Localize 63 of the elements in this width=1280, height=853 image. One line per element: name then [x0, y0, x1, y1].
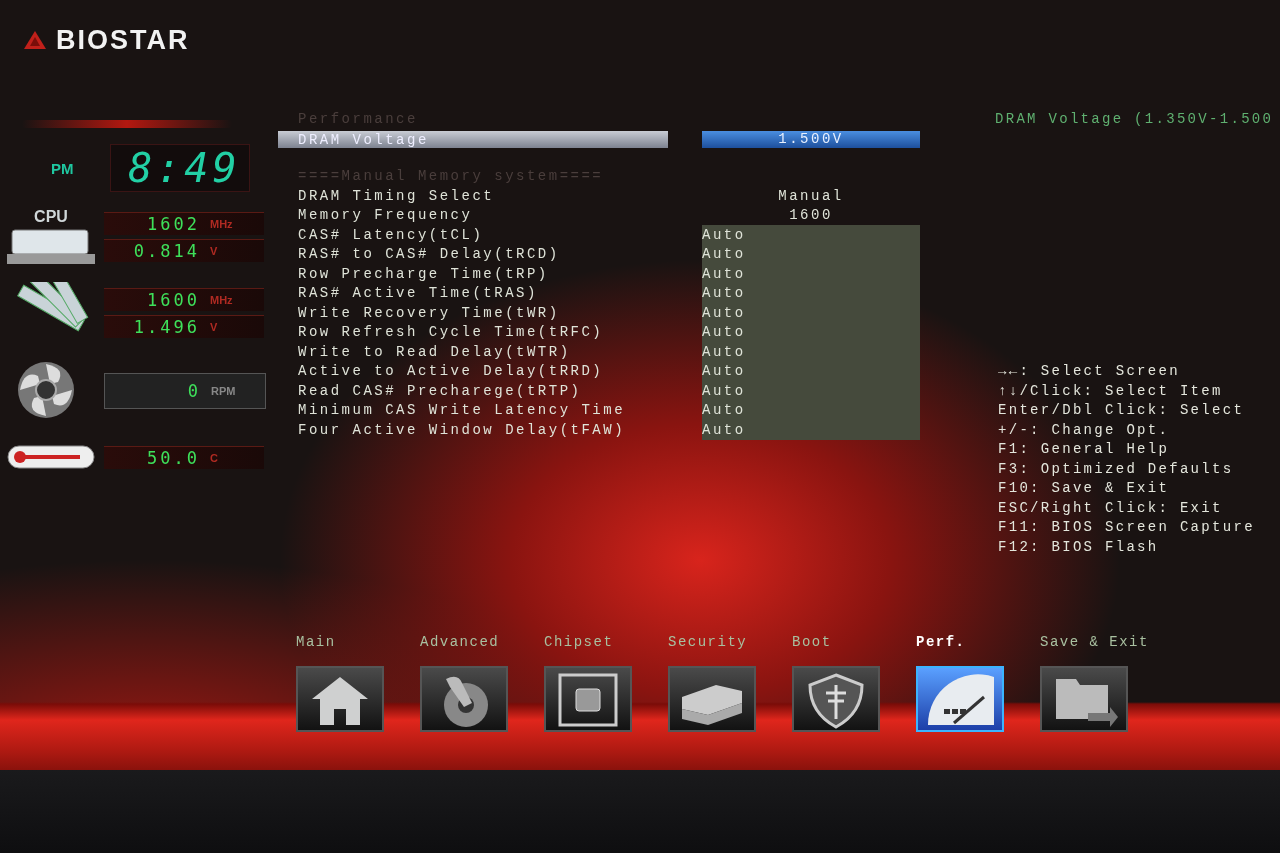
- value-field[interactable]: Auto: [702, 342, 920, 362]
- reading-unit: V: [209, 245, 219, 257]
- value-field[interactable]: Auto: [702, 361, 920, 381]
- reading-unit: MHz: [209, 218, 234, 230]
- setting-value: Manual: [777, 187, 845, 204]
- nav-tab[interactable]: Save & Exit: [1040, 630, 1164, 770]
- key-hint: ESC/Right Click: Exit: [998, 499, 1224, 518]
- reading-unit: V: [209, 321, 219, 333]
- clock-time: 8:49: [109, 144, 250, 192]
- setting-label[interactable]: Row Refresh Cycle Time(tRFC): [280, 324, 702, 341]
- value-field[interactable]: Auto: [702, 400, 920, 420]
- setting-label[interactable]: Four Active Window Delay(tFAW): [280, 421, 702, 438]
- nav-tab[interactable]: Security: [668, 630, 792, 770]
- key-hint: F11: BIOS Screen Capture: [998, 519, 1256, 537]
- setting-label[interactable]: Write Recovery Time(tWR): [280, 304, 702, 321]
- reading-value: 0.814: [132, 241, 201, 261]
- key-hint: F12: BIOS Flash: [998, 538, 1160, 557]
- reading-unit: C: [209, 451, 219, 464]
- setting-label[interactable]: RAS# to CAS# Delay(tRCD): [280, 246, 702, 263]
- setting-label[interactable]: Row Precharge Time(tRP): [280, 265, 702, 282]
- help-description: DRAM Voltage (1.350V-1.500: [995, 111, 1275, 127]
- setting-label[interactable]: Minimum CAS Write Latency Time: [280, 402, 702, 419]
- key-hint: F1: General Help: [998, 441, 1171, 459]
- reading-value: 50.0: [146, 447, 201, 468]
- reading-value: 0: [186, 381, 202, 401]
- value-field[interactable]: Auto: [702, 244, 920, 264]
- reading-unit: RPM: [210, 385, 237, 397]
- setting-label[interactable]: Read CAS# Precharege(tRTP): [280, 382, 702, 399]
- nav-tab[interactable]: Main: [296, 630, 420, 770]
- key-hint: +/-: Change Opt.: [998, 421, 1171, 440]
- setting-label[interactable]: Active to Active Delay(tRRD): [280, 363, 702, 380]
- setting-label[interactable]: Write to Read Delay(tWTR): [280, 343, 702, 360]
- cpu-icon: [6, 226, 96, 266]
- reading-value: 1.496: [132, 317, 201, 337]
- value-field[interactable]: Auto: [702, 283, 920, 303]
- nav-tab[interactable]: Perf.: [916, 630, 1040, 770]
- key-hint: F3: Optimized Defaults: [998, 460, 1235, 479]
- setting-label[interactable]: Memory Frequency: [280, 207, 702, 224]
- value-field[interactable]: Auto: [702, 225, 920, 245]
- reading-value: 1600: [146, 290, 201, 310]
- key-hint: ↑↓/Click: Select Item: [998, 382, 1224, 401]
- key-hint: Enter/Dbl Click: Select: [998, 402, 1246, 420]
- setting-label[interactable]: DRAM Timing Select: [280, 187, 702, 204]
- key-hint: →←: Select Screen: [998, 363, 1181, 381]
- nav-tab[interactable]: Boot: [792, 630, 916, 770]
- brand-logo-text: BIOSTAR: [56, 24, 190, 56]
- value-field[interactable]: Auto: [702, 420, 920, 440]
- value-field[interactable]: Auto: [702, 264, 920, 284]
- setting-label[interactable]: RAS# Active Time(tRAS): [280, 285, 702, 302]
- logo-icon: [22, 29, 48, 51]
- value-field[interactable]: Auto: [702, 381, 920, 401]
- am-pm-indicator: PM: [51, 159, 74, 177]
- nav-tab[interactable]: Chipset: [544, 630, 668, 770]
- nav-tab[interactable]: Advanced: [420, 630, 544, 770]
- value-field[interactable]: Auto: [702, 322, 920, 342]
- monitor-label: CPU: [34, 208, 68, 226]
- reading-value: 1602: [146, 214, 201, 234]
- setting-value: 1600: [788, 207, 834, 224]
- reading-unit: MHz: [209, 294, 234, 306]
- value-field[interactable]: 1.500V: [702, 131, 920, 148]
- key-hint: F10: Save & Exit: [998, 480, 1171, 498]
- setting-label[interactable]: CAS# Latency(tCL): [280, 226, 702, 243]
- value-field[interactable]: Auto: [702, 303, 920, 323]
